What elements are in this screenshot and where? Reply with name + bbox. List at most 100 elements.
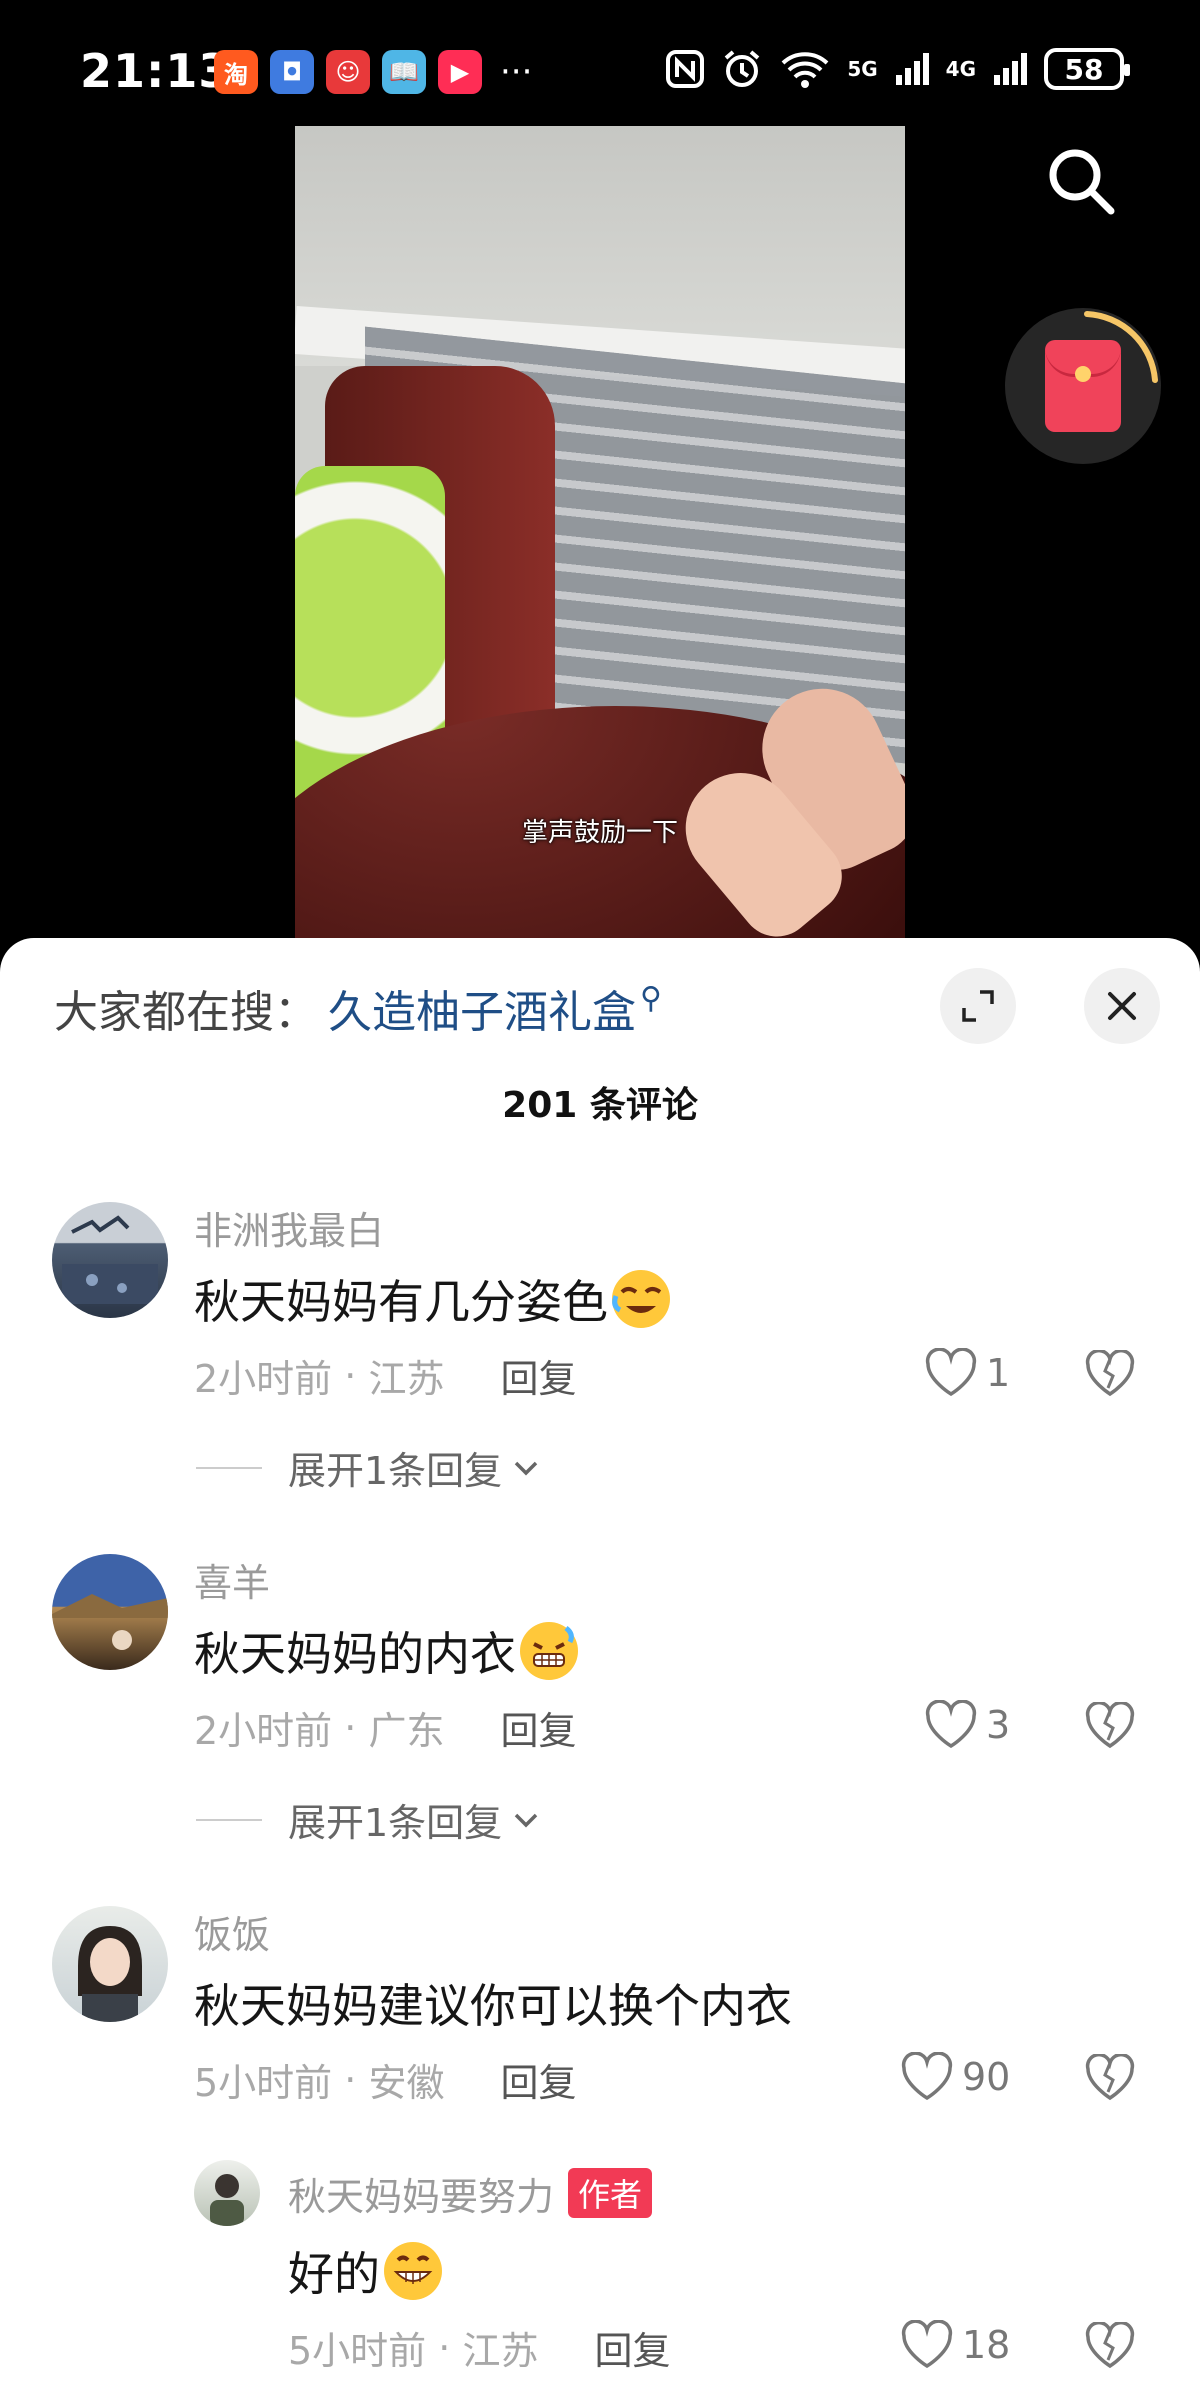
like-button[interactable]: 18 [900,2320,1010,2370]
divider-line [196,1466,262,1469]
comment-meta: 5小时前 · 安徽 回复 [194,2052,576,2107]
avatar[interactable] [52,1202,168,1318]
dislike-button[interactable] [1084,1700,1136,1754]
grimace-emoji [520,1622,578,1680]
reply-text: 好的 [288,2238,442,2304]
video-caption: 掌声鼓励一下 [521,818,678,848]
like-button[interactable]: 90 [900,2052,1010,2102]
reply-button[interactable]: 回复 [500,1348,576,1403]
expand-replies-button[interactable]: 展开1条回复 [196,1792,544,1847]
comment-username[interactable]: 非洲我最白 [194,1200,384,1255]
search-button[interactable] [1044,144,1118,218]
more-notifications-icon: ··· [500,52,533,92]
expand-replies-label: 展开1条回复 [288,1801,503,1845]
video-frame[interactable]: 掌声鼓励一下 [295,126,905,946]
red-packet-icon [1045,340,1121,432]
trending-search-prefix: 大家都在搜： [54,987,318,1038]
comment-time: 5小时前 [194,2061,333,2105]
book-icon: 📖 [382,50,426,94]
comment-sheet: 大家都在搜： 久造柚子酒礼盒 ⚲ 201 条评论 非洲我最白 秋天妈妈有几分姿色… [0,938,1200,2398]
comment-location: 广东 [368,1709,445,1753]
search-small-icon: ⚲ [640,980,662,1016]
like-count: 18 [962,2323,1011,2367]
chevron-down-icon [514,1813,538,1827]
reply-meta: 5小时前 · 江苏 回复 [288,2320,670,2375]
comment-text: 秋天妈妈的内衣 [194,1618,578,1684]
signal-4g-label: 4G [945,57,976,81]
comment-count: 201 条评论 [502,1085,698,1126]
dislike-button[interactable] [1084,1348,1136,1402]
comment-username[interactable]: 饭饭 [194,1904,270,1959]
battery-indicator: 58 [1044,48,1130,90]
signal-bars-icon [895,53,929,85]
avatar-image [78,1926,142,2022]
comment-separator: · [332,1353,369,1398]
expand-replies-label: 展开1条回复 [288,1449,503,1493]
trending-search-keyword[interactable]: 久造柚子酒礼盒 [328,976,636,1040]
comment-separator: · [332,2057,369,2102]
alarm-icon [725,50,760,87]
signal-bars-icon-2 [994,53,1027,85]
author-badge: 作者 [568,2168,653,2218]
fullscreen-button[interactable] [940,968,1016,1044]
system-icons: 5G 4G 58 [665,48,1130,90]
heart-icon [925,1700,977,1749]
reply-text-content: 好的 [288,2247,380,2301]
notification-icons: 淘 ◘ ☺ 📖 ▶ ··· [214,50,532,94]
clock: 21:13 [80,44,232,98]
comment-text-content: 秋天妈妈有几分姿色 [194,1275,608,1329]
grin-emoji [384,2242,442,2300]
comment-location: 安徽 [368,2061,445,2105]
avatar-image [62,1215,158,1304]
divider-line [196,1818,262,1821]
comment-meta: 2小时前 · 江苏 回复 [194,1348,576,1403]
close-button[interactable] [1084,968,1160,1044]
heart-icon [901,2320,953,2369]
heart-icon [901,2052,953,2101]
trending-search[interactable]: 大家都在搜： 久造柚子酒礼盒 ⚲ [54,976,662,1040]
avatar[interactable] [52,1906,168,2022]
reply-avatar[interactable] [194,2160,260,2226]
comment-meta: 2小时前 · 广东 回复 [194,1700,576,1755]
reply-username-text[interactable]: 秋天妈妈要努力 [288,2175,554,2219]
broken-heart-icon [1085,1700,1135,1749]
comment-text: 秋天妈妈建议你可以换个内衣 [194,1979,792,2033]
search-icon [1049,149,1115,215]
reply-button[interactable]: 回复 [500,2052,576,2107]
like-button[interactable]: 3 [924,1700,1010,1750]
reply-time: 5小时前 [288,2329,427,2373]
comment-username[interactable]: 喜羊 [194,1552,270,1607]
reply-location: 江苏 [462,2329,539,2373]
comment-location: 江苏 [368,1357,445,1401]
wifi-icon [781,52,829,88]
reply-button[interactable]: 回复 [594,2320,670,2375]
signal-5g-label: 5G [847,57,878,81]
avatar[interactable] [52,1554,168,1670]
taobao-icon: 淘 [214,50,258,94]
comment-time: 2小时前 [194,1357,333,1401]
broken-heart-icon [1085,2052,1135,2101]
dislike-button[interactable] [1084,2052,1136,2106]
close-icon [1108,992,1136,1020]
laughing-tears-emoji [612,1270,670,1328]
app-red-icon: ☺ [326,50,370,94]
reply-username: 秋天妈妈要努力 作者 [288,2166,653,2221]
like-button[interactable]: 1 [924,1348,1010,1398]
video-player[interactable]: 掌声鼓励一下 [0,126,1200,946]
comment-text: 秋天妈妈有几分姿色 [194,1266,670,1332]
like-count: 3 [986,1703,1011,1747]
chevron-down-icon [514,1461,538,1475]
video-play-icon: ▶ [438,50,482,94]
reply-separator: · [426,2325,463,2370]
heart-icon [925,1348,977,1397]
expand-replies-button[interactable]: 展开1条回复 [196,1440,544,1495]
red-packet-button[interactable] [1005,308,1161,464]
avatar-image [52,1594,168,1650]
reply-button[interactable]: 回复 [500,1700,576,1755]
comment-text-content: 秋天妈妈的内衣 [194,1627,516,1681]
like-count: 1 [986,1351,1011,1395]
nfc-icon [666,50,705,88]
dislike-button[interactable] [1084,2320,1136,2374]
broken-heart-icon [1085,1348,1135,1397]
broken-heart-icon [1085,2320,1135,2369]
